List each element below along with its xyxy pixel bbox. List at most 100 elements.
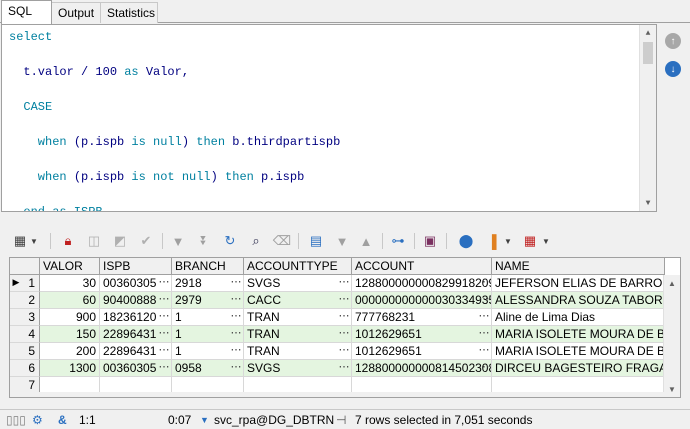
- cell-editor-button[interactable]: ⋯: [229, 292, 243, 308]
- sql-line[interactable]: when (p.ispb is not null) then p.ispb: [9, 169, 304, 185]
- lock-icon[interactable]: 🔒︎: [58, 231, 78, 251]
- sql-line[interactable]: end as ISPB,: [9, 204, 109, 211]
- sql-line[interactable]: CASE: [9, 99, 52, 115]
- table-row[interactable]: 4 150 22896431 ⋯ 1 ⋯ TRAN ⋯ 1012629651 ⋯ MARIA ISO…: [10, 326, 680, 343]
- cell-editor-button[interactable]: ⋯: [477, 360, 491, 376]
- row-number[interactable]: 2: [10, 292, 40, 309]
- table-row[interactable]: 5 200 22896431 ⋯ 1 ⋯ TRAN ⋯ 1012629651 ⋯ MARIA ISO…: [10, 343, 680, 360]
- table-cell[interactable]: Aline de Lima Dias: [492, 309, 665, 326]
- scroll-up-arrow-icon[interactable]: ▲: [664, 275, 680, 291]
- cell-editor-button[interactable]: ⋯: [229, 309, 243, 325]
- connection-name[interactable]: svc_rpa@DG_DBTRN: [214, 412, 334, 428]
- next-statement-icon[interactable]: ↓: [665, 61, 681, 77]
- column-header[interactable]: ACCOUNTTYPE: [244, 258, 352, 275]
- table-cell[interactable]: 1012629651: [352, 326, 492, 343]
- column-header[interactable]: NAME: [492, 258, 665, 275]
- save-icon[interactable]: ▣: [420, 231, 440, 251]
- column-header[interactable]: BRANCH: [172, 258, 244, 275]
- results-grid[interactable]: VALOR ISPB BRANCH ACCOUNTTYPE ACCOUNT NAME 1 ▶ 3…: [9, 257, 681, 398]
- cell-editor-button[interactable]: ⋯: [477, 343, 491, 359]
- table-cell[interactable]: JEFERSON ELIAS DE BARROS: [492, 275, 665, 292]
- editor-scroll-thumb[interactable]: [643, 42, 653, 64]
- cell-editor-button[interactable]: ⋯: [477, 309, 491, 325]
- tab-sql[interactable]: SQL: [1, 0, 52, 24]
- fetch-last-icon[interactable]: ⏬︎: [194, 231, 214, 251]
- cell-editor-button[interactable]: ⋯: [337, 360, 351, 376]
- link-icon[interactable]: ⬤: [456, 231, 476, 251]
- cell-editor-button[interactable]: ⋯: [337, 326, 351, 342]
- cell-editor-button[interactable]: ⋯: [157, 343, 171, 359]
- table-row[interactable]: 2 60 90400888 ⋯ 2979 ⋯ CACC ⋯ 000000000000030334…: [10, 292, 680, 309]
- column-header[interactable]: ISPB: [100, 258, 172, 275]
- link-icon[interactable]: &: [58, 412, 67, 428]
- single-record-view-icon[interactable]: ▤: [306, 231, 326, 251]
- scroll-down-arrow-icon[interactable]: ▼: [640, 195, 656, 211]
- row-number[interactable]: 4: [10, 326, 40, 343]
- grid-horizontal-scrollbar[interactable]: [10, 392, 665, 397]
- table-row[interactable]: 3 900 18236120 ⋯ 1 ⋯ TRAN ⋯ 777768231 ⋯ Aline de L…: [10, 309, 680, 326]
- refresh-icon[interactable]: ↻: [220, 231, 240, 251]
- sql-line[interactable]: when (p.ispb is null) then b.thirdpartis…: [9, 134, 340, 150]
- cell-editor-button[interactable]: ⋯: [477, 292, 491, 308]
- table-cell[interactable]: MARIA ISOLETE MOURA DE BAI: [492, 343, 665, 360]
- table-cell[interactable]: MARIA ISOLETE MOURA DE BAI: [492, 326, 665, 343]
- table-cell[interactable]: TRAN: [244, 309, 352, 326]
- table-row[interactable]: 1 ▶ 30 00360305 ⋯ 2918 ⋯ SVGS ⋯ 12880000000082991…: [10, 275, 680, 292]
- table-cell[interactable]: 1300: [40, 360, 100, 377]
- table-cell[interactable]: 777768231: [352, 309, 492, 326]
- cell-editor-button[interactable]: ⋯: [477, 326, 491, 342]
- clear-icon[interactable]: ⌫: [272, 231, 292, 251]
- cell-editor-button[interactable]: ⋯: [337, 309, 351, 325]
- table-cell[interactable]: 150: [40, 326, 100, 343]
- row-number[interactable]: 6: [10, 360, 40, 377]
- table-cell[interactable]: CACC: [244, 292, 352, 309]
- chart-icon[interactable]: ▐: [482, 231, 502, 251]
- editor-scrollbar[interactable]: ▲ ▼: [639, 25, 656, 211]
- scroll-down-arrow-icon[interactable]: ▼: [664, 381, 680, 397]
- grid-scrollbar[interactable]: ▲ ▼: [663, 275, 680, 397]
- table-cell[interactable]: 60: [40, 292, 100, 309]
- tab-output[interactable]: Output: [51, 2, 101, 23]
- table-cell[interactable]: DIRCEU BAGESTEIRO FRAGA DE: [492, 360, 665, 377]
- cell-editor-button[interactable]: ⋯: [337, 275, 351, 291]
- splitter[interactable]: [0, 216, 690, 224]
- table-row[interactable]: 6 1300 00360305 ⋯ 0958 ⋯ SVGS ⋯ 1288000000008145…: [10, 360, 680, 377]
- previous-statement-icon[interactable]: ↑: [665, 33, 681, 49]
- column-header[interactable]: VALOR: [40, 258, 100, 275]
- debug-icon[interactable]: ⚙: [32, 412, 43, 428]
- tab-statistics[interactable]: Statistics: [100, 2, 158, 23]
- table-cell[interactable]: 1012629651: [352, 343, 492, 360]
- sql-line[interactable]: t.valor / 100 as Valor,: [9, 64, 189, 80]
- delete-record-icon[interactable]: ◩: [110, 231, 130, 251]
- table-cell[interactable]: SVGS: [244, 360, 352, 377]
- cell-editor-button[interactable]: ⋯: [157, 326, 171, 342]
- table-cell[interactable]: 200: [40, 343, 100, 360]
- table-cell[interactable]: ALESSANDRA SOUZA TABORDA: [492, 292, 665, 309]
- cell-editor-button[interactable]: ⋯: [337, 292, 351, 308]
- cell-editor-button[interactable]: ⋯: [477, 275, 491, 291]
- table-cell[interactable]: SVGS: [244, 275, 352, 292]
- sql-line[interactable]: select: [9, 29, 52, 45]
- grid-options-icon[interactable]: ▦: [10, 231, 30, 251]
- sort-descending-icon[interactable]: ▼: [332, 231, 352, 251]
- table-cell[interactable]: 1288000000008145023082: [352, 360, 492, 377]
- table-cell[interactable]: 1288000000008299182091: [352, 275, 492, 292]
- chevron-down-icon[interactable]: ▼: [540, 231, 552, 251]
- insert-record-icon[interactable]: ◫: [84, 231, 104, 251]
- cell-editor-button[interactable]: ⋯: [229, 326, 243, 342]
- sql-editor[interactable]: select t.valor / 100 as Valor, CASE when…: [1, 24, 657, 212]
- cell-editor-button[interactable]: ⋯: [337, 343, 351, 359]
- column-header[interactable]: ACCOUNT: [352, 258, 492, 275]
- table-cell[interactable]: TRAN: [244, 343, 352, 360]
- sort-ascending-icon[interactable]: ▲: [356, 231, 376, 251]
- fetch-next-icon[interactable]: ▼: [168, 231, 188, 251]
- cell-editor-button[interactable]: ⋯: [157, 360, 171, 376]
- table-cell[interactable]: TRAN: [244, 326, 352, 343]
- cell-editor-button[interactable]: ⋯: [157, 309, 171, 325]
- export-icon[interactable]: ▦: [520, 231, 540, 251]
- table-cell[interactable]: 900: [40, 309, 100, 326]
- cell-editor-button[interactable]: ⋯: [157, 275, 171, 291]
- query-by-example-icon[interactable]: ⊶: [388, 231, 408, 251]
- find-icon[interactable]: ⌕: [246, 231, 266, 251]
- cell-editor-button[interactable]: ⋯: [229, 275, 243, 291]
